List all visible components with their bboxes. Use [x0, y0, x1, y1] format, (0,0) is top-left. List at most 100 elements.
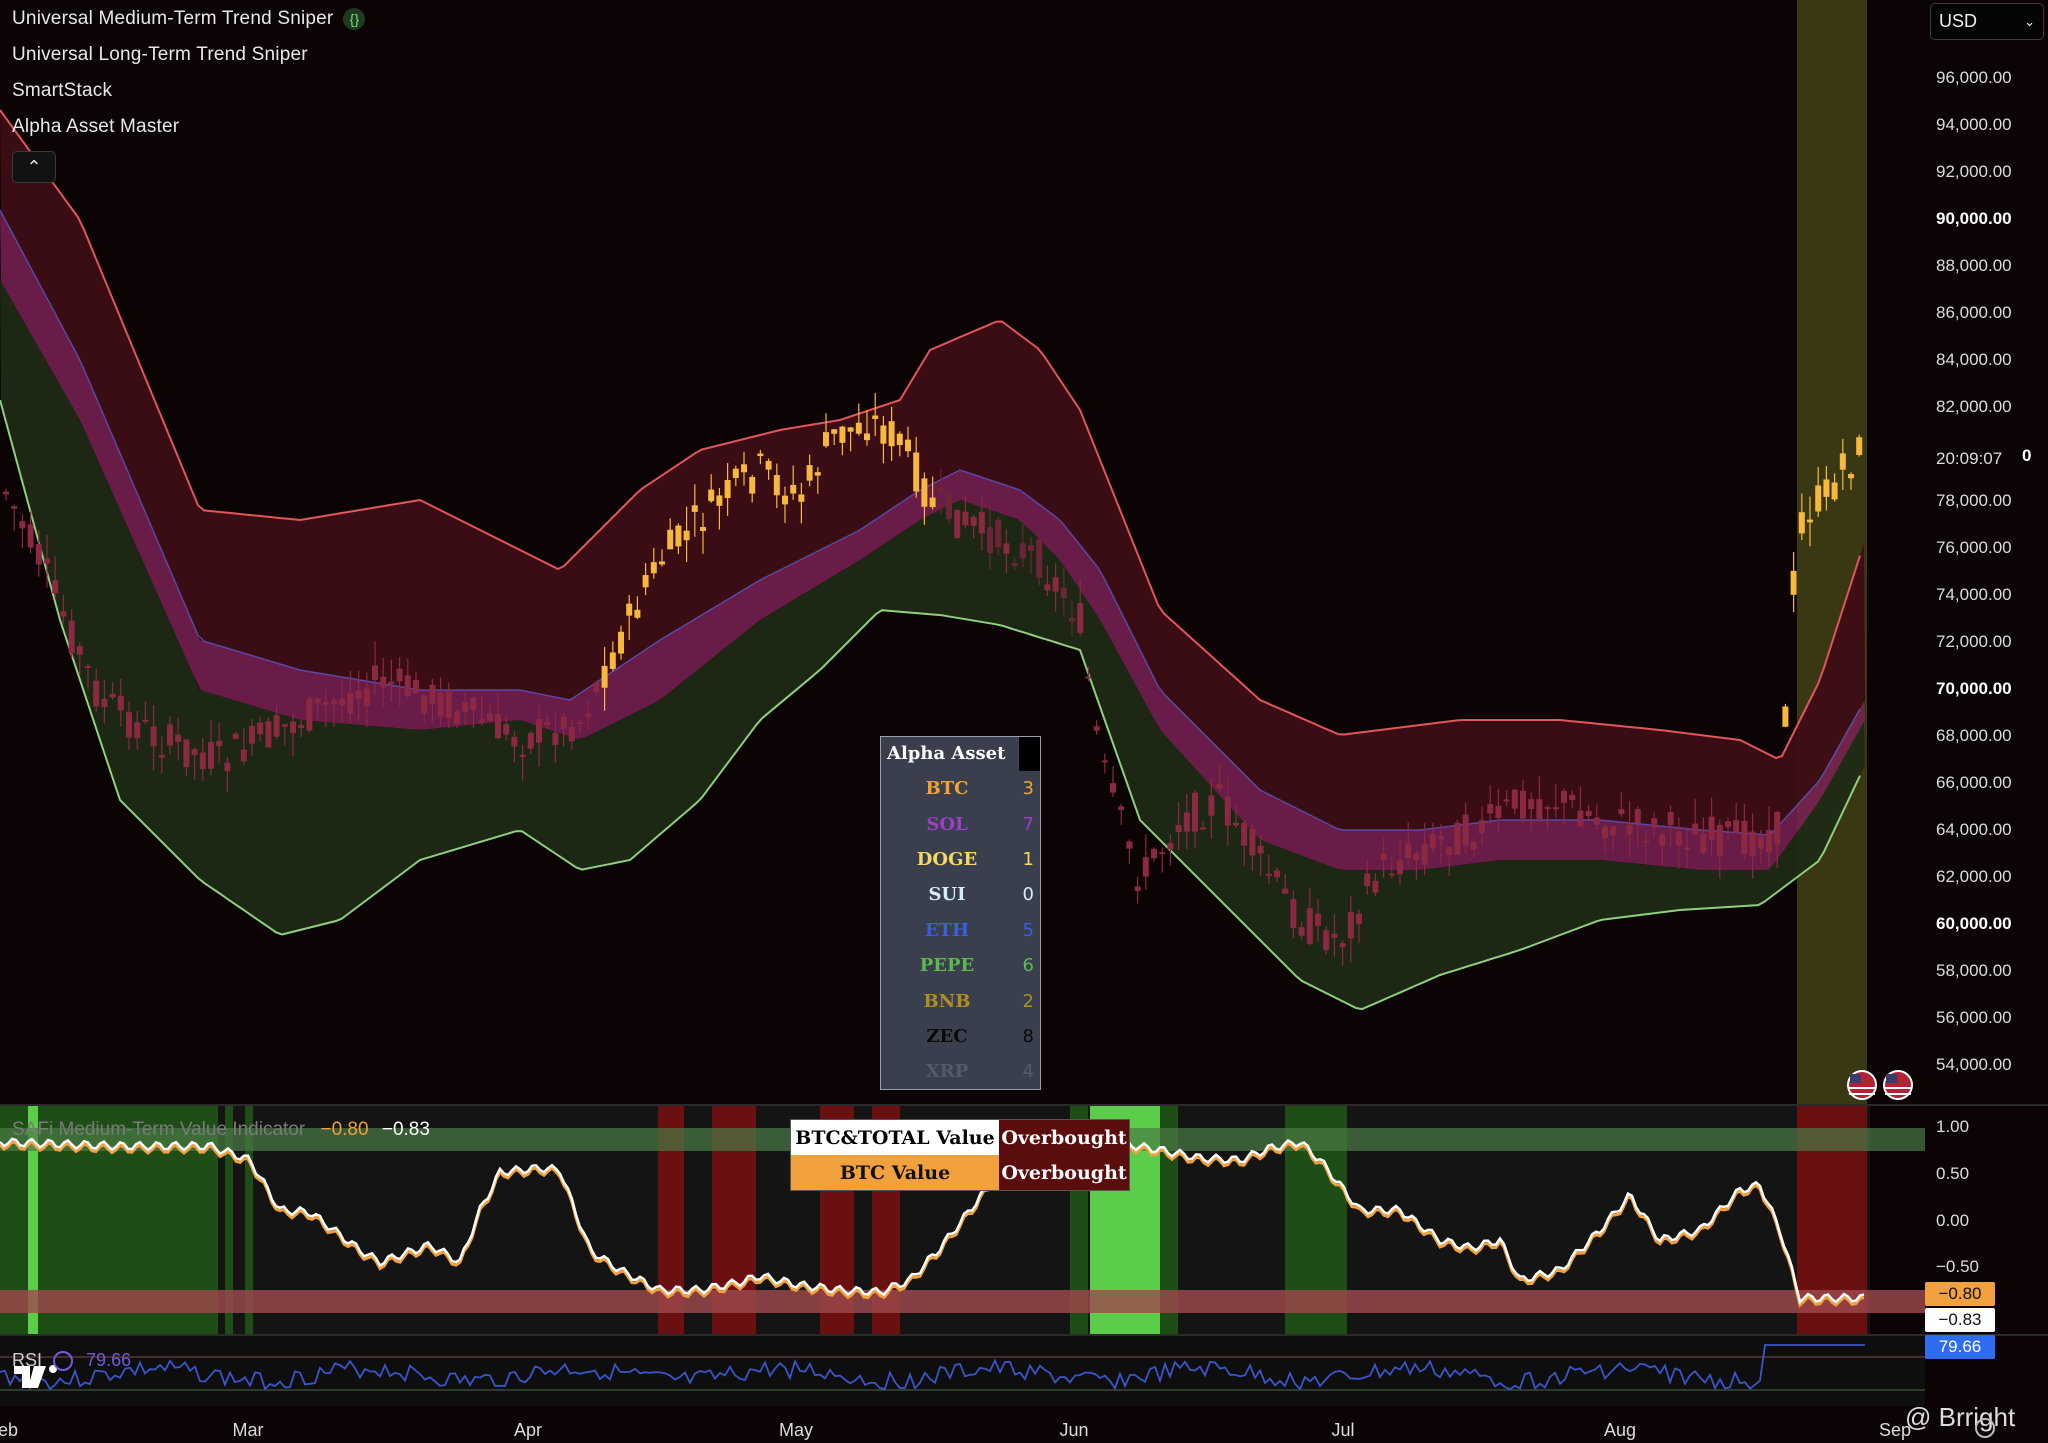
indicator-title-long-term[interactable]: Universal Long-Term Trend Sniper — [12, 44, 308, 66]
candle-body — [1520, 790, 1526, 819]
candle-body — [1347, 912, 1354, 939]
source-code-icon[interactable]: {} — [343, 8, 366, 30]
candle-body — [1766, 829, 1772, 853]
candle-body — [1511, 789, 1518, 809]
alpha-asset-name: SOL — [926, 813, 968, 835]
candle-body — [224, 762, 231, 772]
alpha-asset-name: BNB — [923, 990, 971, 1012]
candle-body — [347, 693, 354, 714]
collapse-indicators-button[interactable]: ⌃ — [12, 151, 56, 183]
candle-body — [1011, 563, 1018, 567]
alpha-asset-rank: 6 — [1022, 955, 1034, 977]
value-pane-title-row[interactable]: SAFi Medium-Term Value Indicator −0.80 −… — [12, 1119, 430, 1141]
candle-body — [1134, 886, 1141, 891]
candle-body — [1839, 453, 1846, 470]
candle-body — [445, 691, 452, 718]
value-pane-value-1: −0.80 — [320, 1119, 369, 1140]
candle-body — [601, 665, 608, 688]
price-axis-label: 62,000.00 — [1936, 867, 2012, 886]
candle-body — [265, 721, 272, 748]
candle-body — [839, 426, 846, 443]
candle-body — [396, 668, 403, 682]
candle-body — [1036, 539, 1043, 578]
candle-body — [609, 652, 616, 669]
candle-body — [150, 726, 157, 747]
us-flag-icon[interactable] — [1847, 1070, 1877, 1100]
currency-select[interactable]: USD ⌄ — [1930, 3, 2044, 40]
status-state-btc: Overbought — [999, 1155, 1129, 1190]
price-axis-label: 68,000.00 — [1936, 726, 2012, 745]
value-axis-label: 1.00 — [1936, 1117, 1970, 1136]
candle-body — [921, 478, 928, 507]
candle-body — [1224, 796, 1231, 826]
candle-body — [1585, 810, 1592, 816]
alpha-asset-title: Alpha Asset — [887, 743, 1006, 764]
candle-body — [1241, 822, 1248, 846]
candle-body — [298, 724, 305, 729]
candle-body — [1503, 799, 1510, 802]
alpha-asset-rank: 5 — [1022, 919, 1034, 941]
candle-body — [314, 698, 321, 704]
price-axis-label: 72,000.00 — [1936, 632, 2012, 651]
candle-body — [1675, 831, 1682, 846]
us-flag-icon[interactable] — [1883, 1070, 1913, 1100]
candle-body — [306, 698, 313, 731]
candle-body — [462, 702, 469, 712]
candle-body — [1823, 479, 1830, 497]
settings-gear-icon[interactable] — [1975, 1418, 1995, 1438]
candle-body — [1643, 840, 1649, 843]
candle-body — [1249, 828, 1256, 856]
candle-body — [1093, 726, 1100, 731]
candle-body — [158, 755, 165, 758]
candle-body — [454, 711, 460, 725]
candle-body — [363, 688, 370, 707]
candle-body — [913, 452, 920, 492]
candle-body — [331, 699, 337, 705]
alpha-asset-row: SOL 7 — [881, 806, 1040, 841]
candle-body — [1101, 760, 1108, 763]
price-axis-label: 70,000.00 — [1936, 679, 2012, 698]
rsi-title-row[interactable]: RSI 79.66 — [10, 1350, 131, 1372]
status-label-btc: BTC Value — [791, 1155, 999, 1190]
candle-body — [700, 527, 706, 531]
candle-body — [929, 497, 936, 508]
candle-body — [11, 506, 18, 509]
rsi-tag: 79.66 — [1925, 1335, 1995, 1359]
candle-body — [1651, 818, 1658, 828]
candle-body — [1536, 799, 1543, 820]
indicator-title-medium-term[interactable]: Universal Medium-Term Trend Sniper {} — [12, 8, 366, 30]
candle-body — [1274, 870, 1280, 878]
candle-body — [1159, 852, 1166, 855]
candle-body — [134, 722, 141, 739]
candle-body — [749, 476, 756, 494]
candle-body — [1429, 833, 1436, 849]
chart-canvas[interactable] — [0, 0, 2048, 1443]
candle-body — [1438, 836, 1444, 840]
indicator-title-alpha-asset-master[interactable]: Alpha Asset Master — [12, 116, 179, 138]
candle-body — [1544, 806, 1551, 809]
chevron-down-icon: ⌄ — [2024, 14, 2035, 29]
indicator-title-smartstack[interactable]: SmartStack — [12, 80, 112, 102]
alpha-asset-rank: 2 — [1022, 990, 1034, 1012]
candle-body — [1528, 799, 1535, 810]
candle-body — [946, 492, 952, 519]
candle-body — [667, 529, 674, 550]
status-label-btc-total: BTC&TOTAL Value — [791, 1120, 999, 1155]
candle-body — [1454, 822, 1461, 855]
candle-body — [388, 681, 395, 684]
candle-body — [503, 724, 510, 735]
price-axis-label: 74,000.00 — [1936, 585, 2012, 604]
candle-body — [1856, 437, 1863, 455]
candle-body — [1069, 617, 1075, 622]
alpha-asset-rank: 8 — [1022, 1025, 1034, 1047]
alpha-asset-row: BTC 3 — [881, 771, 1040, 806]
candle-body — [1380, 853, 1387, 861]
candle-body — [1397, 860, 1403, 875]
candle-body — [954, 509, 961, 539]
candle-body — [1462, 814, 1469, 846]
candle-body — [421, 695, 428, 714]
time-axis-label: Jun — [1059, 1420, 1089, 1440]
alpha-asset-row: ZEC 8 — [881, 1019, 1040, 1054]
candle-body — [290, 721, 296, 734]
time-axis-label: Aug — [1603, 1420, 1637, 1440]
